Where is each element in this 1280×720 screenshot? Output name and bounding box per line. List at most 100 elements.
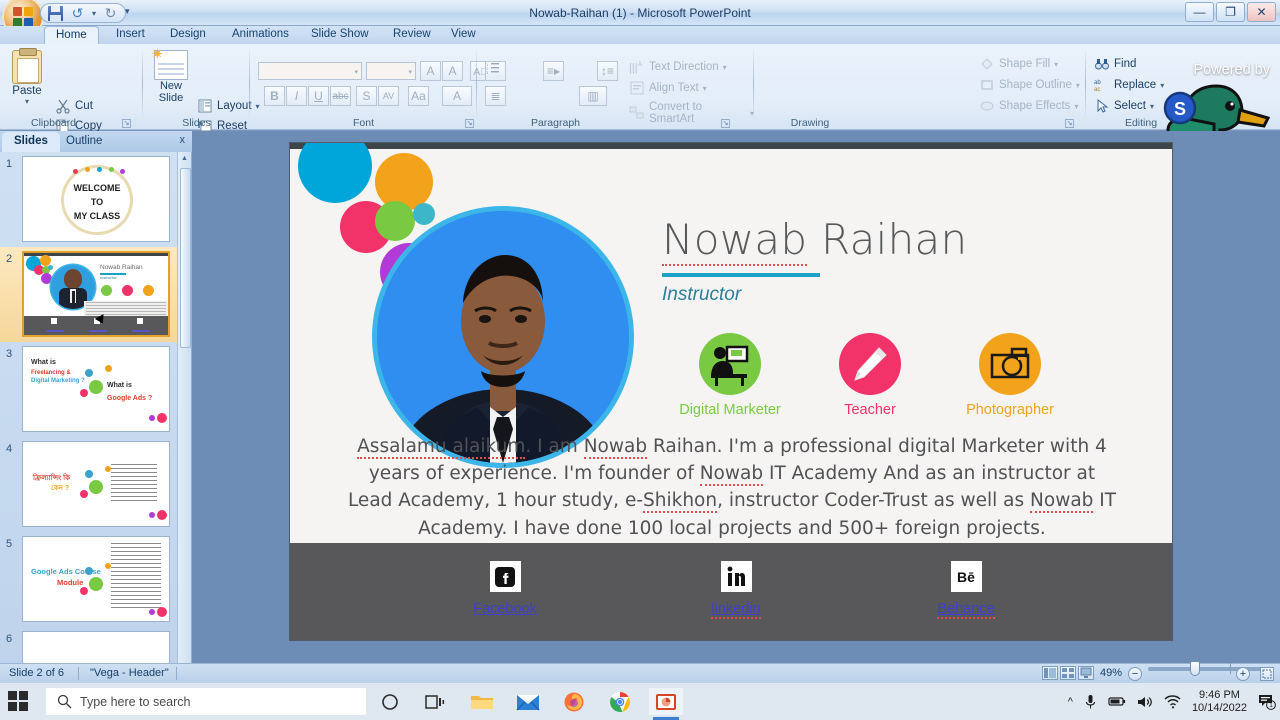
notification-center-icon[interactable]: 1 [1258, 693, 1276, 710]
shape-effects-button[interactable]: Shape Effects ▾ [979, 98, 1078, 114]
zoom-slider[interactable] [1148, 661, 1270, 676]
italic-button[interactable]: I [286, 86, 307, 106]
normal-view-button[interactable] [1042, 666, 1058, 680]
slide-editing-area[interactable]: Nowab Raihan Instructor Digital Marketer… [192, 131, 1280, 663]
social-facebook[interactable]: Facebook [445, 561, 565, 617]
font-name-input[interactable]: ▾ [258, 62, 362, 80]
strikethrough-button[interactable]: abc [330, 86, 351, 106]
drawing-dialog-launcher[interactable]: ↘ [1065, 119, 1074, 128]
text-direction-button[interactable]: ||| A Text Direction ▾ [629, 59, 727, 75]
text-shadow-button[interactable]: S [356, 86, 377, 106]
battery-icon[interactable] [1108, 695, 1126, 708]
clock[interactable]: 9:46 PM 10/14/2022 [1192, 689, 1247, 714]
view-buttons[interactable] [1042, 666, 1096, 680]
cut-button[interactable]: Cut [55, 98, 93, 114]
font-size-input[interactable]: ▾ [366, 62, 416, 80]
mail-icon[interactable] [511, 688, 545, 715]
find-button[interactable]: Find [1094, 56, 1136, 72]
align-text-dropdown-icon[interactable]: ▾ [703, 84, 707, 93]
underline-button[interactable]: U [308, 86, 329, 106]
zoom-out-button[interactable]: − [1128, 667, 1142, 681]
thumbnail-row-4[interactable]: 4 ফ্রিল্যান্সিং কি কেন ? [0, 437, 178, 532]
shrink-font-button[interactable]: A [442, 61, 463, 81]
thumbnail-row-2[interactable]: 2 Nowab Raihan Instructor [0, 247, 178, 342]
thumbnail-slide-4[interactable]: ফ্রিল্যান্সিং কি কেন ? [22, 441, 170, 527]
cortana-icon[interactable] [373, 688, 407, 715]
select-dropdown-icon[interactable]: ▾ [1150, 102, 1154, 111]
new-slide-button[interactable]: ✷ New Slide [149, 46, 193, 104]
shape-outline-dropdown-icon[interactable]: ▾ [1076, 81, 1080, 90]
columns-button[interactable]: ▥ [579, 86, 607, 106]
shape-effects-dropdown-icon[interactable]: ▾ [1074, 102, 1078, 111]
tray-chevron-icon[interactable]: ^ [1068, 696, 1073, 708]
mic-icon[interactable] [1084, 694, 1097, 710]
behance-link[interactable]: Behance [937, 601, 995, 619]
close-button[interactable]: ✕ [1247, 2, 1276, 22]
facebook-link[interactable]: Facebook [445, 601, 565, 617]
paste-dropdown-icon[interactable]: ▾ [8, 97, 46, 106]
maximize-button[interactable]: ❐ [1216, 2, 1245, 22]
thumbnail-slide-2[interactable]: Nowab Raihan Instructor [22, 251, 170, 337]
select-button[interactable]: Select ▾ [1094, 98, 1154, 114]
tab-slide-show[interactable]: Slide Show [300, 26, 380, 44]
thumbnail-list[interactable]: 1 WELCOME TO MY CLASS 2 Nowab Raihan Ins… [0, 152, 178, 663]
thumbnail-slide-6[interactable] [22, 631, 170, 663]
shape-outline-button[interactable]: Shape Outline ▾ [979, 77, 1080, 93]
social-linkedin[interactable]: linkedin [676, 561, 796, 619]
paste-button[interactable]: Paste ▾ [8, 48, 46, 106]
minimize-button[interactable]: — [1185, 2, 1214, 22]
tab-insert[interactable]: Insert [105, 26, 156, 44]
tab-design[interactable]: Design [159, 26, 217, 44]
redo-icon[interactable]: ↻ [103, 5, 118, 21]
fit-slide-button[interactable] [1260, 667, 1274, 681]
tab-animations[interactable]: Animations [221, 26, 300, 44]
tab-outline[interactable]: Outline [54, 132, 114, 152]
customize-qat-icon[interactable]: ▾ [125, 6, 130, 17]
close-panel-icon[interactable]: x [180, 134, 186, 146]
align-text-button[interactable]: Align Text ▾ [629, 80, 707, 96]
thumbnail-row-3[interactable]: 3 What is Freelancing & Digital Marketin… [0, 342, 178, 437]
replace-button[interactable]: ab ac Replace ▾ [1094, 77, 1164, 93]
tab-slides[interactable]: Slides [2, 132, 60, 152]
linkedin-link[interactable]: linkedin [711, 601, 761, 619]
replace-dropdown-icon[interactable]: ▾ [1160, 81, 1164, 90]
bold-button[interactable]: B [264, 86, 285, 106]
save-icon[interactable] [48, 5, 63, 21]
reading-view-button[interactable] [1078, 666, 1094, 680]
thumbnail-scrollbar[interactable]: ▲ [177, 152, 191, 663]
zoom-in-button[interactable]: + [1236, 667, 1250, 681]
thumbnail-slide-1[interactable]: WELCOME TO MY CLASS [22, 156, 170, 242]
scroll-up-icon[interactable]: ▲ [178, 152, 191, 166]
thumbnail-row-1[interactable]: 1 WELCOME TO MY CLASS [0, 152, 178, 247]
change-case-button[interactable]: Aa [408, 86, 429, 106]
undo-dropdown-icon[interactable]: ▾ [92, 9, 96, 18]
slide-sorter-view-button[interactable] [1060, 666, 1076, 680]
wifi-icon[interactable] [1164, 694, 1181, 709]
file-explorer-icon[interactable] [465, 688, 499, 715]
scrollbar-thumb[interactable] [180, 168, 191, 348]
shape-fill-button[interactable]: Shape Fill ▾ [979, 56, 1058, 72]
character-spacing-button[interactable]: AV [378, 86, 399, 106]
font-size-dropdown-icon[interactable]: ▾ [408, 68, 412, 76]
search-input[interactable]: Type here to search [46, 688, 366, 715]
line-spacing-button[interactable]: ↕≡ [597, 61, 618, 81]
start-button[interactable] [8, 691, 30, 713]
thumbnail-slide-5[interactable]: Google Ads Course Module [22, 536, 170, 622]
tab-home[interactable]: Home [44, 26, 99, 44]
task-view-icon[interactable] [418, 688, 452, 715]
undo-icon[interactable]: ↺ [70, 5, 85, 21]
quick-access-toolbar[interactable]: ↺ ▾ ↻ [40, 3, 127, 23]
justify-button[interactable]: ≣ [485, 86, 506, 106]
thumbnail-slide-3[interactable]: What is Freelancing & Digital Marketing … [22, 346, 170, 432]
zoom-slider-handle[interactable] [1190, 661, 1200, 676]
shape-fill-dropdown-icon[interactable]: ▾ [1054, 60, 1058, 69]
thumbnail-row-5[interactable]: 5 Google Ads Course Module [0, 532, 178, 627]
text-direction-dropdown-icon[interactable]: ▾ [723, 63, 727, 72]
tab-view[interactable]: View [440, 26, 487, 44]
tab-review[interactable]: Review [382, 26, 442, 44]
powerpoint-icon[interactable] [649, 688, 683, 720]
font-name-dropdown-icon[interactable]: ▾ [354, 68, 358, 76]
social-behance[interactable]: Bē Behance [906, 561, 1026, 619]
clipboard-dialog-launcher[interactable]: ↘ [122, 119, 131, 128]
thumbnail-row-6[interactable]: 6 [0, 627, 178, 663]
